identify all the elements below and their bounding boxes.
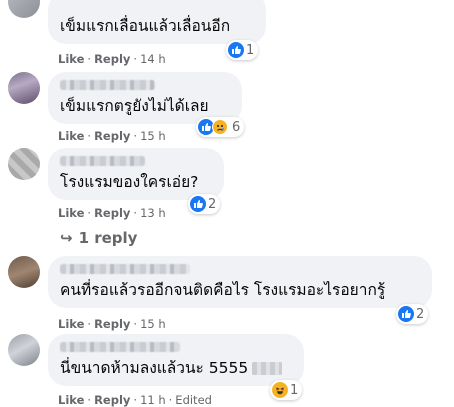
reaction-summary[interactable]: 6 <box>196 117 245 137</box>
view-replies-label: 1 reply <box>78 229 138 247</box>
comment-actions: Like · Reply · 11 h · Edited <box>58 393 212 407</box>
timestamp[interactable]: 14 h <box>140 52 166 66</box>
author-name-redacted[interactable] <box>60 80 155 90</box>
reply-link[interactable]: Reply <box>94 393 130 407</box>
reaction-count: 2 <box>416 306 425 322</box>
reply-arrow-icon: ↪ <box>60 229 73 247</box>
reaction-count: 1 <box>290 382 299 398</box>
comment-text: โรงแรมของใครเอ่ย? <box>60 173 199 191</box>
like-link[interactable]: Like <box>58 52 84 66</box>
comment-actions: Like · Reply · 15 h <box>58 129 166 143</box>
comment-text: เข็มแรกตรูยังไม่ได้เลย <box>60 97 209 115</box>
like-icon <box>228 42 244 58</box>
like-link[interactable]: Like <box>58 393 84 407</box>
like-link[interactable]: Like <box>58 206 84 220</box>
reaction-count: 2 <box>208 196 217 212</box>
comment-text: คนที่รอแล้วรออีกจนติดคือไร โรงแรมอะไรอยา… <box>60 281 386 299</box>
timestamp[interactable]: 15 h <box>140 129 166 143</box>
reaction-count: 6 <box>232 119 241 135</box>
reaction-summary[interactable]: 2 <box>188 194 221 214</box>
author-name-redacted[interactable] <box>60 156 145 166</box>
comment-bubble: เข็มแรกเลื่อนแล้วเลื่อนอีก <box>48 0 266 44</box>
timestamp[interactable]: 11 h <box>140 393 166 407</box>
like-link[interactable]: Like <box>58 317 84 331</box>
like-icon <box>190 196 206 212</box>
comment-bubble: คนที่รอแล้วรออีกจนติดคือไร โรงแรมอะไรอยา… <box>48 256 432 308</box>
avatar[interactable] <box>8 256 40 288</box>
reply-link[interactable]: Reply <box>94 129 130 143</box>
comment-text-content: นี่ขนาดห้ามลงแล้วนะ 5555 <box>60 359 249 377</box>
comment-actions: Like · Reply · 15 h <box>58 317 166 331</box>
author-name-redacted[interactable] <box>60 264 190 274</box>
comment-bubble: นี่ขนาดห้ามลงแล้วนะ 5555 <box>48 334 304 386</box>
reply-link[interactable]: Reply <box>94 52 130 66</box>
comment-text: เข็มแรกเลื่อนแล้วเลื่อนอีก <box>60 17 231 35</box>
edited-label[interactable]: Edited <box>175 393 212 407</box>
comment-actions: Like · Reply · 14 h <box>58 52 166 66</box>
haha-icon <box>272 382 288 398</box>
author-name-redacted[interactable] <box>60 342 180 352</box>
view-replies-link[interactable]: ↪ 1 reply <box>60 229 137 247</box>
comment-actions: Like · Reply · 13 h <box>58 206 166 220</box>
like-icon <box>398 306 414 322</box>
timestamp[interactable]: 13 h <box>140 206 166 220</box>
redacted-tag <box>252 362 283 375</box>
reaction-count: 1 <box>246 42 255 58</box>
avatar[interactable] <box>8 148 40 180</box>
reaction-summary[interactable]: 1 <box>226 40 259 60</box>
comment-bubble: โรงแรมของใครเอ่ย? <box>48 148 224 200</box>
avatar[interactable] <box>8 72 40 104</box>
reaction-summary[interactable]: 1 <box>270 380 303 400</box>
sad-icon <box>212 119 228 135</box>
avatar[interactable] <box>8 0 40 18</box>
like-link[interactable]: Like <box>58 129 84 143</box>
comment-text: นี่ขนาดห้ามลงแล้วนะ 5555 <box>60 358 292 378</box>
timestamp[interactable]: 15 h <box>140 317 166 331</box>
reaction-summary[interactable]: 2 <box>396 304 429 324</box>
reply-link[interactable]: Reply <box>94 206 130 220</box>
reply-link[interactable]: Reply <box>94 317 130 331</box>
avatar[interactable] <box>8 334 40 366</box>
